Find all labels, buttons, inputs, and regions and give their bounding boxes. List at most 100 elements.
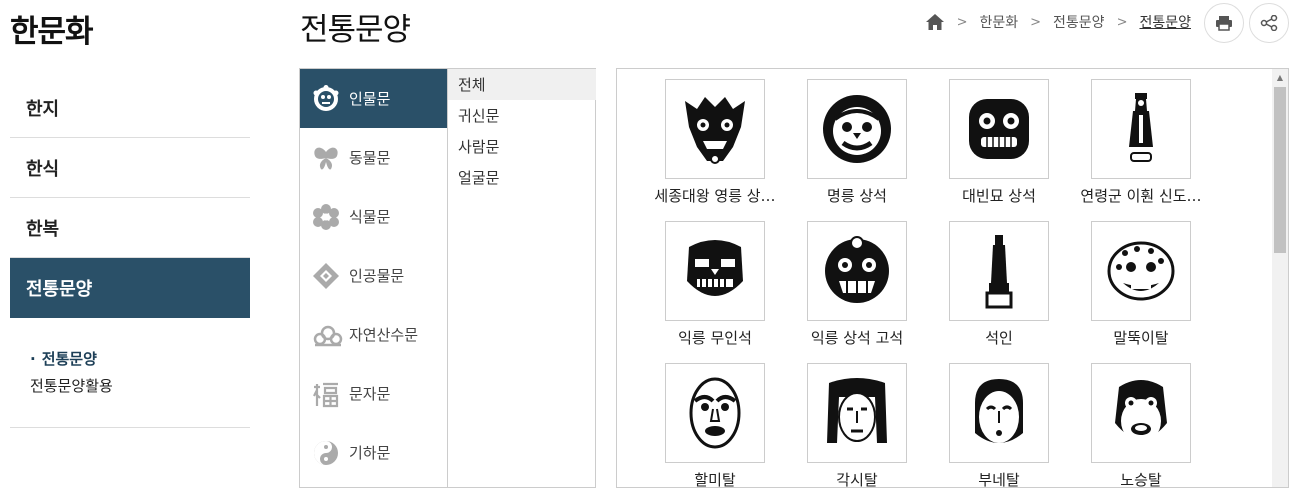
butterfly-icon — [312, 144, 340, 172]
category-plant[interactable]: 식물문 — [300, 187, 447, 246]
pattern-thumbnail[interactable] — [949, 221, 1049, 321]
sidebar-item-hanbok[interactable]: 한복 — [10, 198, 250, 258]
pattern-caption: 할미탈 — [694, 471, 736, 488]
share-button[interactable] — [1249, 3, 1289, 43]
submenu-item-pattern-usage[interactable]: 전통문양활용 — [10, 372, 250, 399]
swirl-icon — [312, 439, 340, 467]
pattern-thumbnail[interactable] — [665, 221, 765, 321]
pattern-card[interactable]: 각시탈 — [787, 363, 927, 488]
pattern-grid-panel: 세종대왕 영릉 상… 명릉 상석 대빈묘 상석 연령군 이훤 신도… 익릉 무인… — [616, 68, 1289, 488]
category-character[interactable]: 문자문 — [300, 364, 447, 423]
chevron-right-icon: > — [1116, 14, 1128, 30]
flower-icon — [312, 203, 340, 231]
category-animal[interactable]: 동물문 — [300, 128, 447, 187]
category-artifact[interactable]: 인공물문 — [300, 246, 447, 305]
pattern-card[interactable]: 노승탈 — [1071, 363, 1211, 488]
diamond-icon — [312, 262, 340, 290]
pattern-card[interactable]: 익릉 무인석 — [645, 221, 785, 361]
sidebar-item-hanji[interactable]: 한지 — [10, 78, 250, 138]
scrollbar[interactable]: ▲ — [1272, 69, 1288, 487]
pattern-card[interactable]: 연령군 이훤 신도… — [1071, 79, 1211, 219]
sidebar-menu: 한지 한식 한복 전통문양 — [10, 78, 250, 318]
subcategory-person[interactable]: 사람문 — [448, 131, 596, 162]
pattern-caption: 명릉 상석 — [827, 187, 887, 205]
pattern-thumbnail[interactable] — [665, 363, 765, 463]
category-label: 인물문 — [349, 90, 391, 108]
submenu-item-pattern[interactable]: · 전통문양 — [10, 345, 250, 372]
mask-image — [687, 240, 743, 296]
category-panel: 인물문 동물문 식물문 인공물문 자연산수문 문자문 기하문 전체 귀신문 사람… — [299, 68, 596, 488]
pattern-caption: 연령군 이훤 신도… — [1080, 187, 1202, 205]
category-person[interactable]: 인물문 — [300, 69, 447, 128]
statue-image — [985, 235, 1013, 309]
pattern-caption: 각시탈 — [836, 471, 878, 488]
print-button[interactable] — [1204, 3, 1244, 43]
pattern-caption: 부네탈 — [978, 471, 1020, 488]
pattern-card[interactable]: 세종대왕 영릉 상… — [645, 79, 785, 219]
breadcrumb-current[interactable]: 전통문양 — [1139, 12, 1191, 32]
pattern-card[interactable]: 석인 — [929, 221, 1069, 361]
face-icon — [312, 84, 340, 113]
subcategory-ghost[interactable]: 귀신문 — [448, 100, 596, 131]
pattern-thumbnail[interactable] — [949, 79, 1049, 179]
breadcrumb-item[interactable]: 전통문양 — [1053, 12, 1105, 32]
submenu-label: 전통문양 — [41, 350, 97, 368]
sidebar-item-hansik[interactable]: 한식 — [10, 138, 250, 198]
chevron-right-icon: > — [956, 14, 968, 30]
pattern-card[interactable]: 할미탈 — [645, 363, 785, 488]
pattern-caption: 대빈묘 상석 — [962, 187, 1036, 205]
pattern-card[interactable]: 대빈묘 상석 — [929, 79, 1069, 219]
page-title: 전통문양 — [300, 12, 411, 48]
pattern-thumbnail[interactable] — [807, 363, 907, 463]
share-icon — [1260, 15, 1278, 31]
mask-image — [685, 97, 745, 164]
category-list: 인물문 동물문 식물문 인공물문 자연산수문 문자문 기하문 — [300, 69, 448, 487]
scrollbar-thumb[interactable] — [1274, 87, 1286, 253]
chevron-right-icon: > — [1030, 14, 1042, 30]
category-label: 문자문 — [349, 385, 391, 403]
category-nature[interactable]: 자연산수문 — [300, 305, 447, 364]
pattern-thumbnail[interactable] — [665, 79, 765, 179]
pattern-card[interactable]: 부네탈 — [929, 363, 1069, 488]
category-label: 인공물문 — [349, 267, 405, 285]
mask-image — [827, 378, 887, 443]
pattern-card[interactable]: 말뚝이탈 — [1071, 221, 1211, 361]
pattern-caption: 익릉 무인석 — [678, 329, 752, 347]
home-icon[interactable] — [925, 13, 945, 31]
category-label: 기하문 — [349, 444, 391, 462]
pattern-thumbnail[interactable] — [1091, 363, 1191, 463]
subcategory-all[interactable]: 전체 — [448, 69, 596, 100]
pattern-thumbnail[interactable] — [1091, 79, 1191, 179]
subcategory-face[interactable]: 얼굴문 — [448, 162, 596, 193]
category-label: 식물문 — [349, 208, 391, 226]
section-title: 한문화 — [10, 14, 94, 50]
statue-image — [1129, 93, 1153, 162]
mask-image — [1115, 380, 1167, 443]
mask-image — [823, 95, 891, 163]
pattern-caption: 익릉 상석 고석 — [810, 329, 904, 347]
pattern-thumbnail[interactable] — [807, 221, 907, 321]
scroll-up-icon[interactable]: ▲ — [1272, 69, 1288, 85]
cloud-icon — [312, 321, 343, 349]
pattern-card[interactable]: 익릉 상석 고석 — [787, 221, 927, 361]
mask-image — [975, 379, 1023, 443]
bullet: · — [30, 349, 36, 368]
sidebar-item-traditional-pattern[interactable]: 전통문양 — [10, 258, 250, 318]
mask-image — [969, 99, 1029, 159]
mask-image — [825, 236, 889, 303]
category-geometric[interactable]: 기하문 — [300, 423, 447, 482]
pattern-card[interactable]: 명릉 상석 — [787, 79, 927, 219]
category-label: 자연산수문 — [349, 326, 419, 344]
mask-image — [689, 377, 741, 449]
pattern-caption: 석인 — [985, 329, 1013, 347]
sidebar-submenu: · 전통문양 전통문양활용 — [10, 345, 250, 428]
pattern-thumbnail[interactable] — [807, 79, 907, 179]
pattern-thumbnail[interactable] — [949, 363, 1049, 463]
pattern-thumbnail[interactable] — [1091, 221, 1191, 321]
category-label: 동물문 — [349, 149, 391, 167]
breadcrumb: > 한문화 > 전통문양 > 전통문양 — [925, 11, 1191, 33]
pattern-caption: 세종대왕 영릉 상… — [654, 187, 776, 205]
breadcrumb-item[interactable]: 한문화 — [979, 12, 1018, 32]
character-icon — [312, 380, 340, 408]
pattern-caption: 노승탈 — [1120, 471, 1162, 488]
